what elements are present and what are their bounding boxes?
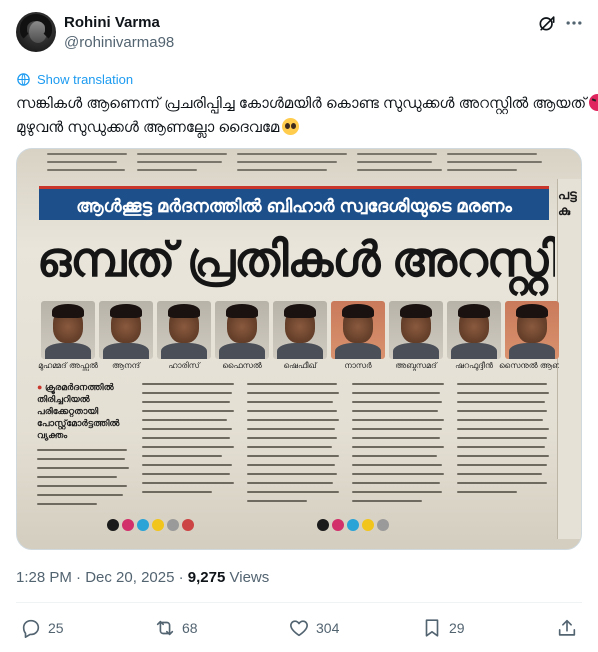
- post-text-line-2-content: മുഴുവൻ സുഡുക്കൾ ആണല്ലോ ദൈവമേ: [16, 119, 280, 136]
- post-time[interactable]: 1:28 PM: [16, 569, 72, 586]
- author-handle[interactable]: @rohinivarma98: [64, 33, 174, 53]
- accused-photo: [447, 301, 501, 359]
- newspaper-side-column: പട്ട കു: [557, 179, 581, 539]
- bookmark-button[interactable]: 29: [421, 616, 465, 640]
- angry-face-icon: [589, 94, 598, 111]
- accused-caption: നാസർ: [344, 361, 372, 370]
- newspaper-column-text: [247, 377, 342, 517]
- bullet-line: പോസ്റ്റ്‌മോർട്ടത്തിൽ: [37, 418, 120, 428]
- accused-photo: [505, 301, 559, 359]
- post-date[interactable]: Dec 20, 2025: [85, 569, 174, 586]
- bullet-line: തിരിച്ചറിയൽ: [37, 394, 90, 404]
- accused-caption: ഫൈസൽ: [222, 361, 262, 370]
- reply-count: 25: [48, 620, 64, 636]
- accused-caption: മുഹമ്മദ് അഫ്സൽ: [38, 361, 98, 370]
- post-header: Rohini Varma @rohinivarma98: [16, 12, 582, 58]
- newspaper-body: ക്രൂരമർദനത്തിൽ തിരിച്ചറിയൽ പരിക്കേറ്റതായ…: [37, 377, 553, 527]
- avatar-hair: [20, 14, 52, 42]
- like-button[interactable]: 304: [288, 616, 339, 640]
- share-button[interactable]: [556, 616, 578, 640]
- post-actions: 25 68 304 29: [16, 614, 582, 642]
- post-metadata: 1:28 PM · Dec 20, 2025 · 9,275 Views: [16, 568, 269, 588]
- repost-count: 68: [182, 620, 198, 636]
- globe-icon: [17, 72, 30, 86]
- bullet-line: വ്യക്തം: [37, 430, 68, 440]
- accused-photo: [215, 301, 269, 359]
- bullet-line: പരിക്കേറ്റതായി: [37, 406, 99, 416]
- clipping-top-text: [47, 149, 547, 181]
- grok-icon[interactable]: [537, 13, 557, 33]
- newspaper-headline: ഒമ്പത് പ്രതികൾ അറസ്റ്റിൽ: [37, 234, 555, 287]
- like-count: 304: [316, 620, 340, 636]
- author-name[interactable]: Rohini Varma: [64, 13, 160, 33]
- views-label: Views: [229, 569, 270, 586]
- accused-photo: [41, 301, 95, 359]
- newspaper-bullet: ക്രൂരമർദനത്തിൽ തിരിച്ചറിയൽ പരിക്കേറ്റതായ…: [37, 381, 127, 441]
- more-icon[interactable]: [564, 13, 584, 33]
- post-image[interactable]: ആൾക്കൂട്ട മർദനത്തിൽ ബിഹാർ സ്വദേശിയുടെ മര…: [16, 148, 582, 550]
- newspaper-subhead: ആൾക്കൂട്ട മർദനത്തിൽ ബിഹാർ സ്വദേശിയുടെ മര…: [39, 186, 549, 220]
- accused-photo: [331, 301, 385, 359]
- post-text-line-2: മുഴുവൻ സുഡുക്കൾ ആണല്ലോ ദൈവമേ: [16, 116, 582, 140]
- newspaper-column-text: [352, 377, 447, 517]
- bullet-line: ക്രൂരമർദനത്തിൽ: [37, 381, 127, 393]
- newspaper-column-text: [142, 377, 237, 517]
- side-column-heading: പട്ട കു: [558, 187, 577, 218]
- accused-photo: [389, 301, 443, 359]
- accused-caption: ഷെഫീഖ്: [283, 361, 317, 370]
- show-translation-link[interactable]: Show translation: [16, 70, 133, 88]
- meta-separator: ·: [76, 569, 86, 586]
- post-text-line-1-content: സങ്കികൾ ആണെന്ന് പ്രചരിപ്പിച്ച കോൾമയിർ കൊ…: [16, 95, 587, 112]
- bookmark-icon: [425, 619, 439, 637]
- accused-photo: [99, 301, 153, 359]
- accused-caption: അബ്ദുസമദ്: [395, 361, 437, 370]
- post-text-line-1: സങ്കികൾ ആണെന്ന് പ്രചരിപ്പിച്ച കോൾമയിർ കൊ…: [16, 92, 598, 116]
- print-registration-marks: [107, 519, 194, 531]
- accused-photo: [157, 301, 211, 359]
- bookmark-count: 29: [449, 620, 465, 636]
- pleading-face-icon: [282, 118, 300, 135]
- action-divider: [16, 602, 582, 603]
- post-text: സങ്കികൾ ആണെന്ന് പ്രചരിപ്പിച്ച കോൾമയിർ കൊ…: [16, 92, 598, 140]
- accused-caption: ഷറഫുദ്ദീൻ: [455, 361, 493, 370]
- newspaper-clipping: ആൾക്കൂട്ട മർദനത്തിൽ ബിഹാർ സ്വദേശിയുടെ മര…: [17, 149, 581, 549]
- newspaper-column-text: [37, 449, 132, 549]
- share-icon: [558, 619, 576, 636]
- newspaper-column-text: [457, 377, 552, 517]
- heart-icon: [290, 620, 308, 637]
- reply-button[interactable]: 25: [20, 616, 64, 640]
- show-translation-label: Show translation: [37, 71, 134, 87]
- views-count: 9,275: [187, 569, 226, 586]
- reply-icon: [22, 619, 40, 638]
- repost-icon: [156, 620, 174, 636]
- accused-photo: [273, 301, 327, 359]
- accused-caption: ആനന്ദ്: [111, 361, 141, 370]
- print-registration-marks: [317, 519, 389, 531]
- accused-photos: മുഹമ്മദ് അഫ്സൽ ആനന്ദ് ഹാരിസ് ഫൈസൽ ഷെഫീഖ്…: [38, 301, 559, 375]
- accused-caption: സൈനുൽ ആബിദ്: [499, 361, 559, 370]
- repost-button[interactable]: 68: [154, 616, 198, 640]
- meta-separator: ·: [178, 569, 188, 586]
- author-avatar[interactable]: [16, 12, 56, 52]
- accused-caption: ഹാരിസ്: [168, 361, 200, 370]
